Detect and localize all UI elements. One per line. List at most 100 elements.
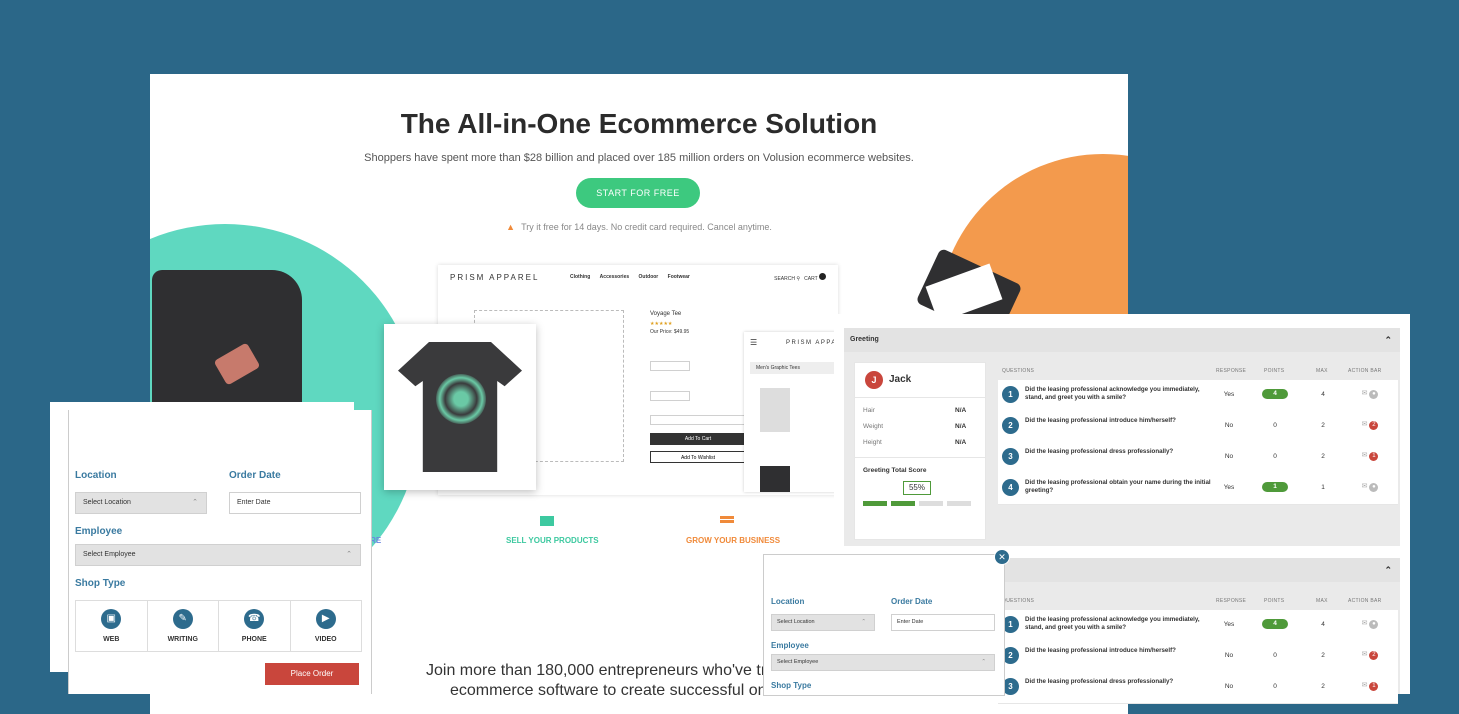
chevron-up-icon[interactable]: ⌃ bbox=[1384, 558, 1392, 582]
question-response: No bbox=[1224, 683, 1234, 690]
join-text: Join more than 180,000 entrepreneurs who… bbox=[426, 662, 784, 679]
location-label: Location bbox=[771, 597, 805, 606]
rating-stars-icon: ★★★★★ bbox=[650, 321, 673, 327]
greeting-title: Greeting bbox=[850, 336, 879, 343]
action-bar: ✉ 1 bbox=[1348, 451, 1392, 461]
location-select[interactable]: Select Location ⌃ bbox=[771, 614, 875, 631]
shop-type-phone[interactable]: ☎ PHONE bbox=[219, 601, 291, 651]
shop-type-video[interactable]: ▶ VIDEO bbox=[291, 601, 362, 651]
action-bar: ✉ 2 bbox=[1348, 420, 1392, 430]
status-icon[interactable]: ● bbox=[1369, 390, 1379, 399]
comment-icon[interactable]: ✉ bbox=[1362, 651, 1368, 658]
question-points: 0 bbox=[1273, 652, 1277, 659]
comment-icon[interactable]: ✉ bbox=[1362, 620, 1368, 627]
trial-note: ▲ Try it free for 14 days. No credit card… bbox=[150, 222, 1128, 232]
employee-select[interactable]: Select Employee ⌃ bbox=[75, 544, 361, 566]
question-response: Yes bbox=[1223, 484, 1235, 491]
nav-outdoor[interactable]: Outdoor bbox=[639, 274, 659, 280]
status-icon[interactable]: ● bbox=[1369, 620, 1379, 629]
quantity-stepper[interactable] bbox=[650, 415, 746, 425]
attr-weight-value: N/A bbox=[955, 423, 967, 430]
mobile-product-thumb[interactable] bbox=[760, 388, 790, 432]
question-response: No bbox=[1224, 453, 1234, 460]
phone-icon: ☎ bbox=[244, 609, 265, 629]
question-number: 1 bbox=[1002, 386, 1019, 403]
close-icon[interactable]: ✕ bbox=[994, 549, 1010, 565]
order-date-input[interactable]: Enter Date bbox=[891, 614, 995, 631]
question-number: 4 bbox=[1002, 479, 1019, 496]
tshirt-product-card[interactable] bbox=[384, 324, 536, 490]
question-text: Did the leasing professional acknowledge… bbox=[1025, 386, 1200, 401]
prism-brand-logo[interactable]: PRISM APPAREL bbox=[450, 273, 539, 282]
score-bar-segment bbox=[947, 501, 971, 506]
question-text: Did the leasing professional dress profe… bbox=[1025, 448, 1174, 455]
hamburger-menu-icon[interactable]: ☰ bbox=[750, 338, 757, 347]
employee-select[interactable]: Select Employee ⌃ bbox=[771, 654, 995, 671]
comment-icon[interactable]: ✉ bbox=[1362, 682, 1368, 689]
header-response: RESPONSE bbox=[1216, 598, 1247, 604]
total-score-value: 55% bbox=[903, 481, 931, 495]
question-response: Yes bbox=[1223, 391, 1235, 398]
alert-icon[interactable]: 2 bbox=[1369, 421, 1379, 430]
trial-text: Try it free for 14 days. No credit card … bbox=[521, 222, 772, 232]
greeting-section-header[interactable]: Greeting ⌃ bbox=[844, 328, 1400, 352]
order-form: Location Order Date Select Location ⌃ Ent… bbox=[68, 410, 372, 694]
shop-type-writing[interactable]: ✎ WRITING bbox=[148, 601, 219, 651]
location-select[interactable]: Select Location ⌃ bbox=[75, 492, 207, 514]
shop-type-video-label: VIDEO bbox=[314, 636, 337, 643]
tshirt-graphic bbox=[436, 374, 486, 424]
order-date-input[interactable]: Enter Date bbox=[229, 492, 361, 514]
question-points: 0 bbox=[1273, 683, 1277, 690]
monitor-icon: ▣ bbox=[101, 609, 122, 629]
attr-height-value: N/A bbox=[955, 439, 967, 446]
comment-icon[interactable]: ✉ bbox=[1362, 452, 1368, 459]
feature-grow-business[interactable]: GROW YOUR BUSINESS bbox=[686, 536, 780, 545]
place-order-button[interactable]: Place Order bbox=[265, 663, 359, 685]
add-to-wishlist-button[interactable]: Add To Wishlist bbox=[650, 451, 746, 463]
shop-type-web[interactable]: ▣ WEB bbox=[76, 601, 148, 651]
nav-footwear[interactable]: Footwear bbox=[668, 274, 690, 280]
thumbs-up-icon: ▲ bbox=[506, 222, 516, 232]
table-row: 2 Did the leasing professional introduce… bbox=[998, 411, 1398, 443]
divider bbox=[855, 457, 985, 458]
chevron-up-icon[interactable]: ⌃ bbox=[1384, 328, 1392, 352]
header-action-bar: ACTION BAR bbox=[1348, 368, 1382, 374]
mobile-product-thumb-2[interactable] bbox=[760, 466, 790, 492]
start-for-free-button[interactable]: START FOR FREE bbox=[576, 178, 700, 208]
question-max: 2 bbox=[1321, 422, 1325, 429]
product-price: Our Price: $49.95 bbox=[650, 329, 690, 335]
points-pill: 1 bbox=[1262, 482, 1288, 492]
comment-icon[interactable]: ✉ bbox=[1362, 421, 1368, 428]
employee-label: Employee bbox=[75, 526, 123, 537]
question-points: 0 bbox=[1273, 453, 1277, 460]
nav-clothing[interactable]: Clothing bbox=[570, 274, 590, 280]
points-pill: 4 bbox=[1262, 389, 1288, 399]
employee-select-value: Select Employee bbox=[83, 551, 136, 558]
alert-icon[interactable]: 2 bbox=[1369, 651, 1379, 660]
header-points: POINTS bbox=[1264, 368, 1285, 374]
feature-sell-products[interactable]: SELL YOUR PRODUCTS bbox=[506, 536, 599, 545]
shop-type-label: Shop Type bbox=[771, 681, 812, 690]
add-to-cart-button[interactable]: Add To Cart bbox=[650, 433, 746, 445]
table-row: 3 Did the leasing professional dress pro… bbox=[998, 442, 1398, 474]
question-text: Did the leasing professional dress profe… bbox=[1025, 678, 1174, 685]
alert-icon[interactable]: 1 bbox=[1369, 452, 1379, 461]
shop-type-label: Shop Type bbox=[75, 578, 126, 589]
search-link[interactable]: SEARCH bbox=[774, 276, 795, 282]
header-questions: QUESTIONS bbox=[1002, 368, 1035, 374]
nav-accessories[interactable]: Accessories bbox=[600, 274, 629, 280]
status-icon[interactable]: ● bbox=[1369, 483, 1379, 492]
alert-icon[interactable]: 1 bbox=[1369, 682, 1379, 691]
shop-type-web-label: WEB bbox=[103, 636, 120, 643]
location-select-value: Select Location bbox=[777, 619, 815, 625]
color-select[interactable] bbox=[650, 361, 690, 371]
size-select[interactable] bbox=[650, 391, 690, 401]
cart-badge-icon bbox=[819, 273, 826, 280]
question-points: 4 bbox=[1260, 619, 1290, 629]
person-card: J Jack Hair N/A Weight N/A Height N/A Gr… bbox=[854, 362, 986, 540]
chevron-up-icon: ⌃ bbox=[861, 619, 866, 625]
cart-link[interactable]: CART bbox=[804, 276, 817, 282]
comment-icon[interactable]: ✉ bbox=[1362, 483, 1368, 490]
comment-icon[interactable]: ✉ bbox=[1362, 390, 1368, 397]
person-name: Jack bbox=[889, 374, 912, 385]
